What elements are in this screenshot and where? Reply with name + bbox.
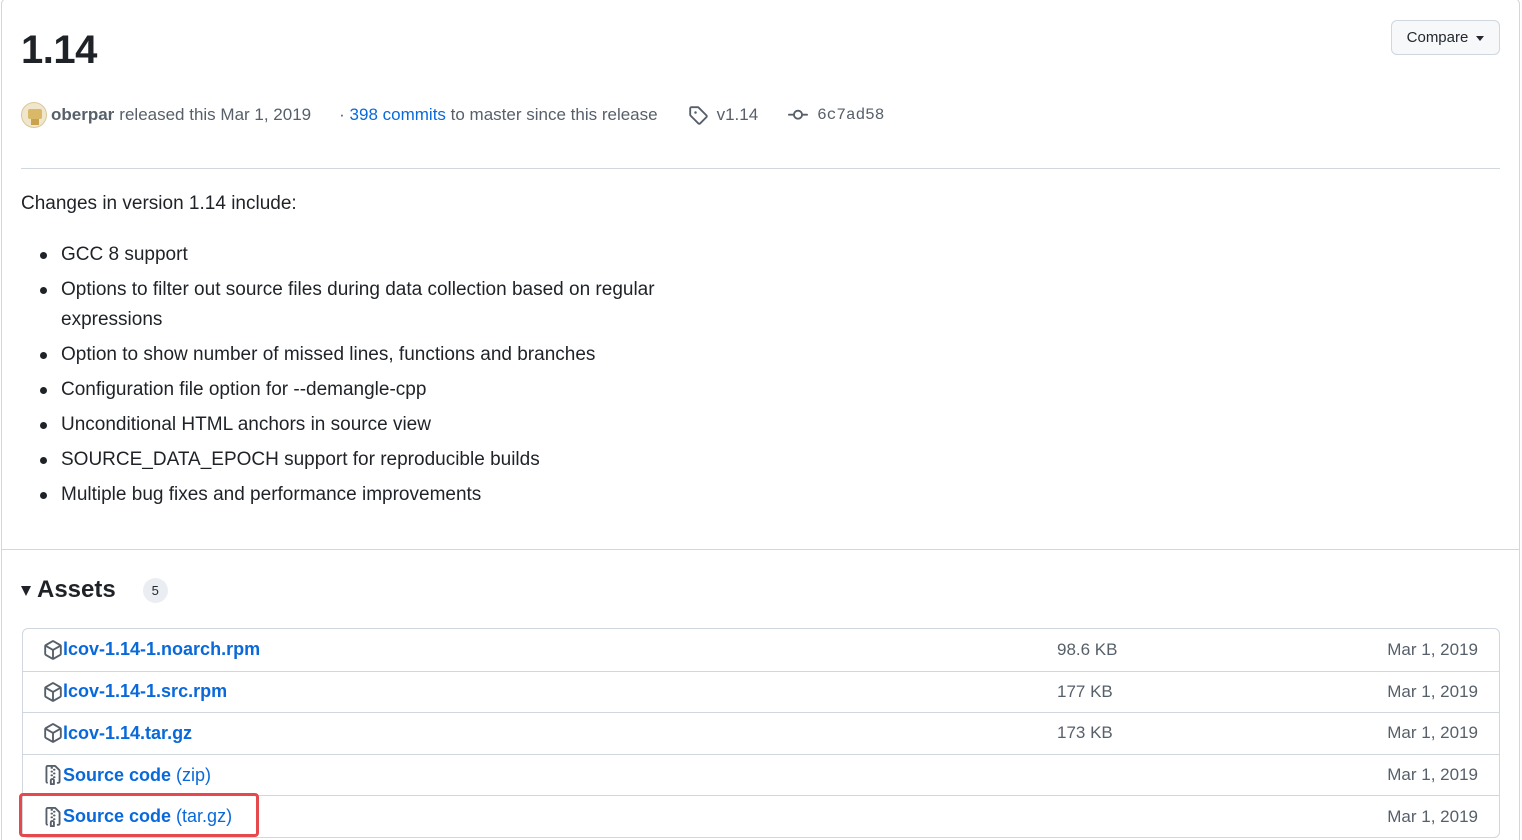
compare-label: Compare (1406, 29, 1469, 46)
assets-title: Assets (37, 576, 116, 603)
commits-info: · 398 commits to master since this relea… (339, 105, 657, 125)
asset-size: 98.6 KB (1057, 639, 1118, 659)
package-icon (44, 682, 62, 702)
header-divider (21, 168, 1500, 169)
list-item: Option to show number of missed lines, f… (40, 340, 661, 370)
commits-link[interactable]: 398 commits (350, 105, 446, 124)
assets-count-badge: 5 (142, 577, 168, 603)
release-meta: oberpar released this Mar 1, 2019 · 398 … (21, 100, 884, 130)
asset-link[interactable]: lcov-1.14-1.src.rpm (43, 672, 227, 713)
assets-toggle[interactable]: Assets 5 (21, 576, 168, 604)
asset-name: Source code (63, 764, 172, 785)
asset-name: lcov-1.14.tar.gz (63, 722, 193, 743)
list-item: SOURCE_DATA_EPOCH support for reproducib… (40, 445, 661, 475)
list-item: GCC 8 support (40, 240, 661, 270)
notes-intro: Changes in version 1.14 include: (21, 193, 297, 214)
commit-link[interactable]: 6c7ad58 (788, 105, 884, 125)
asset-row: lcov-1.14-1.noarch.rpm 98.6 KB Mar 1, 20… (23, 629, 1499, 671)
tag-icon (688, 106, 708, 125)
asset-link[interactable]: lcov-1.14-1.noarch.rpm (43, 629, 260, 671)
asset-date: Mar 1, 2019 (1387, 806, 1478, 826)
asset-link[interactable]: Source code (zip) (43, 755, 211, 796)
list-item: Unconditional HTML anchors in source vie… (40, 410, 661, 440)
tag-link[interactable]: v1.14 (688, 105, 759, 125)
asset-name: Source code (63, 806, 172, 827)
asset-row: Source code (tar.gz) Mar 1, 2019 (23, 795, 1499, 837)
changes-list: GCC 8 support Options to filter out sour… (40, 240, 661, 515)
section-divider (1, 549, 1520, 550)
asset-date: Mar 1, 2019 (1387, 681, 1478, 701)
asset-row: lcov-1.14-1.src.rpm 177 KB Mar 1, 2019 (23, 670, 1499, 713)
compare-button[interactable]: Compare (1391, 20, 1500, 55)
commits-suffix: to master since this release (450, 105, 658, 124)
avatar[interactable] (21, 102, 47, 128)
commits-separator: · (339, 105, 345, 124)
asset-date: Mar 1, 2019 (1387, 765, 1478, 785)
tag-label: v1.14 (716, 105, 759, 124)
asset-format: (zip) (176, 764, 212, 785)
asset-size: 173 KB (1057, 723, 1113, 743)
asset-date: Mar 1, 2019 (1387, 723, 1478, 743)
triangle-down-icon (21, 586, 31, 596)
git-commit-icon (788, 109, 809, 120)
package-icon (44, 723, 62, 744)
commit-sha: 6c7ad58 (817, 106, 885, 124)
asset-name: lcov-1.14-1.noarch.rpm (63, 639, 261, 660)
file-zip-icon (45, 806, 61, 827)
asset-size: 177 KB (1057, 681, 1113, 701)
asset-row: Source code (zip) Mar 1, 2019 (23, 753, 1499, 796)
asset-date: Mar 1, 2019 (1387, 639, 1478, 659)
file-zip-icon (45, 765, 61, 786)
list-item: Configuration file option for --demangle… (40, 375, 661, 405)
asset-link[interactable]: Source code (tar.gz) (43, 796, 232, 837)
asset-name: lcov-1.14-1.src.rpm (63, 681, 228, 702)
release-title: 1.14 (21, 28, 97, 72)
asset-row: lcov-1.14.tar.gz 173 KB Mar 1, 2019 (23, 712, 1499, 754)
chevron-down-icon (1476, 36, 1485, 41)
package-icon (44, 639, 62, 660)
list-item: Multiple bug fixes and performance impro… (40, 480, 661, 510)
list-item: Options to filter out source files durin… (40, 275, 661, 335)
asset-format: (tar.gz) (176, 806, 233, 827)
assets-list: lcov-1.14-1.noarch.rpm 98.6 KB Mar 1, 20… (22, 628, 1500, 838)
author-link[interactable]: oberpar (51, 105, 114, 125)
asset-link[interactable]: lcov-1.14.tar.gz (43, 713, 192, 754)
released-text: released this Mar 1, 2019 (119, 105, 312, 124)
